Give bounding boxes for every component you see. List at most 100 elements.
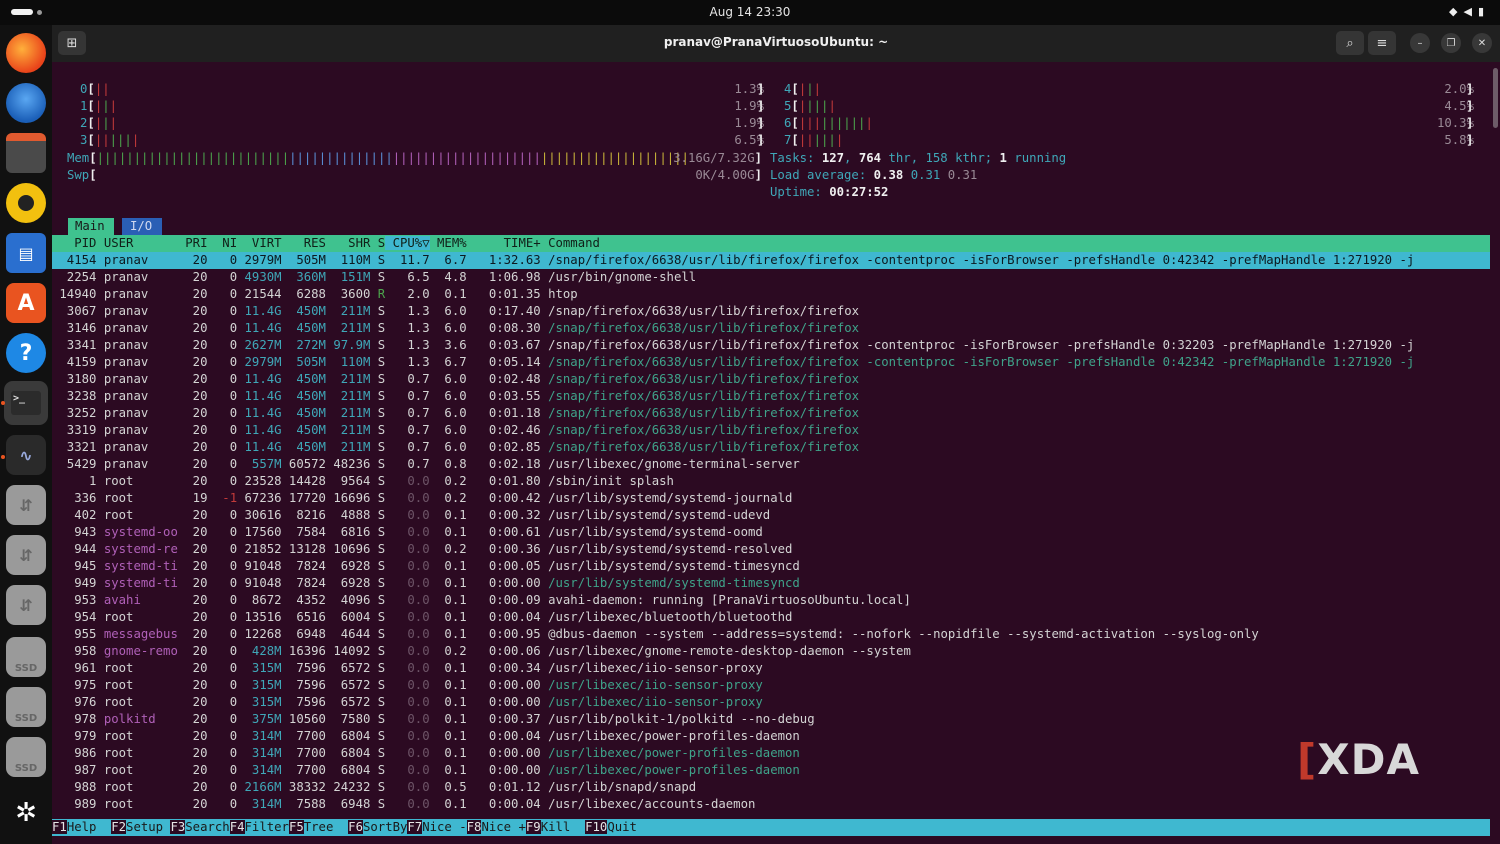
process-row[interactable]: 3252 pranav 20 0 11.4G 450M 211M S 0.7 6… <box>52 405 859 422</box>
process-row[interactable]: 945 systemd-ti 20 0 91048 7824 6928 S 0.… <box>52 558 800 575</box>
scrollbar[interactable] <box>1493 68 1498 128</box>
fkey-f4[interactable]: F4 <box>229 820 245 834</box>
process-row[interactable]: 14940 pranav 20 0 21544 6288 3600 R 2.0 … <box>52 286 577 303</box>
fkey-label[interactable]: Filter <box>245 820 289 834</box>
process-row[interactable]: 3180 pranav 20 0 11.4G 450M 211M S 0.7 6… <box>52 371 859 388</box>
fkey-label[interactable]: Nice + <box>481 820 525 834</box>
system-monitor-icon[interactable]: ∿ <box>6 435 46 475</box>
files-icon[interactable] <box>6 133 46 173</box>
minimize-button[interactable]: – <box>1410 33 1430 53</box>
fkey-label[interactable]: SortBy <box>363 820 407 834</box>
process-row[interactable]: 953 avahi 20 0 8672 4352 4096 S 0.0 0.1 … <box>52 592 911 609</box>
usb-drive-icon[interactable]: ⇵ <box>6 585 46 625</box>
process-row[interactable]: 3067 pranav 20 0 11.4G 450M 211M S 1.3 6… <box>52 303 859 320</box>
fkey-label[interactable]: Tree <box>304 820 348 834</box>
search-button[interactable]: ⌕ <box>1336 31 1364 55</box>
fkey-f8[interactable]: F8 <box>466 820 482 834</box>
column-time[interactable]: TIME+ <box>467 236 541 250</box>
column-s[interactable]: S <box>370 236 385 250</box>
fkey-f9[interactable]: F9 <box>525 820 541 834</box>
process-row[interactable]: 976 root 20 0 315M 7596 6572 S 0.0 0.1 0… <box>52 694 763 711</box>
column-header[interactable]: PID USER PRI NI VIRT RES SHR S CPU%▽ MEM… <box>52 235 600 252</box>
column-pid[interactable]: PID <box>52 236 96 250</box>
process-row[interactable]: 949 systemd-ti 20 0 91048 7824 6928 S 0.… <box>52 575 800 592</box>
usb-drive-icon[interactable]: ⇵ <box>6 535 46 575</box>
process-row[interactable]: 3238 pranav 20 0 11.4G 450M 211M S 0.7 6… <box>52 388 859 405</box>
cell-time: 0:00.95 <box>466 627 541 641</box>
process-row[interactable]: 944 systemd-re 20 0 21852 13128 10696 S … <box>52 541 792 558</box>
uptime-label: Uptime: <box>770 185 830 199</box>
cell-cpu: 0.0 <box>385 678 430 692</box>
process-row[interactable]: 989 root 20 0 314M 7588 6948 S 0.0 0.1 0… <box>52 796 755 813</box>
process-row[interactable]: 958 gnome-remo 20 0 428M 16396 14092 S 0… <box>52 643 911 660</box>
process-row[interactable]: 979 root 20 0 314M 7700 6804 S 0.0 0.1 0… <box>52 728 800 745</box>
cell-pri: 20 <box>177 729 208 743</box>
fkey-f1[interactable]: F1 <box>52 820 67 834</box>
fkey-f5[interactable]: F5 <box>288 820 304 834</box>
process-row[interactable]: 988 root 20 0 2166M 38332 24232 S 0.0 0.… <box>52 779 696 796</box>
libreoffice-writer-icon[interactable]: ▤ <box>6 233 46 273</box>
fkey-label[interactable]: Nice - <box>422 820 466 834</box>
fkey-f7[interactable]: F7 <box>407 820 423 834</box>
process-row[interactable]: 961 root 20 0 315M 7596 6572 S 0.0 0.1 0… <box>52 660 763 677</box>
maximize-button[interactable]: ❐ <box>1441 33 1461 53</box>
process-row[interactable]: 5429 pranav 20 0 557M 60572 48236 S 0.7 … <box>52 456 800 473</box>
fkey-f3[interactable]: F3 <box>170 820 186 834</box>
process-row[interactable]: 3341 pranav 20 0 2627M 272M 97.9M S 1.3 … <box>52 337 1415 354</box>
usb-drive-icon[interactable]: ⇵ <box>6 485 46 525</box>
process-row[interactable]: 2254 pranav 20 0 4930M 360M 151M S 6.5 4… <box>52 269 696 286</box>
column-user[interactable]: USER <box>96 236 177 250</box>
process-row[interactable]: 3146 pranav 20 0 11.4G 450M 211M S 1.3 6… <box>52 320 859 337</box>
process-row[interactable]: 987 root 20 0 314M 7700 6804 S 0.0 0.1 0… <box>52 762 800 779</box>
process-row[interactable]: 955 messagebus 20 0 12268 6948 4644 S 0.… <box>52 626 1259 643</box>
cell-user: systemd-ti <box>96 559 178 573</box>
column-mem[interactable]: MEM% <box>430 236 467 250</box>
ubuntu-logo-icon[interactable]: ✲ <box>6 793 46 833</box>
window-title: pranav@PranaVirtuosoUbuntu: ~ <box>663 35 889 49</box>
terminal-icon[interactable]: >_ <box>4 381 48 425</box>
process-row[interactable]: 3321 pranav 20 0 11.4G 450M 211M S 0.7 6… <box>52 439 859 456</box>
column-virt[interactable]: VIRT <box>237 236 282 250</box>
process-row[interactable]: 978 polkitd 20 0 375M 10560 7580 S 0.0 0… <box>52 711 814 728</box>
system-tray[interactable]: ◆◀▮ <box>1449 5 1490 18</box>
firefox-icon[interactable] <box>6 33 46 73</box>
fkey-f2[interactable]: F2 <box>111 820 127 834</box>
ssd-drive-icon[interactable]: SSD <box>6 687 46 727</box>
column-pri[interactable]: PRI <box>178 236 207 250</box>
menu-button[interactable]: ≡ <box>1368 31 1396 55</box>
help-icon[interactable]: ? <box>6 333 46 373</box>
fkey-label[interactable]: Kill <box>541 820 585 834</box>
column-ni[interactable]: NI <box>207 236 237 250</box>
process-row[interactable]: 954 root 20 0 13516 6516 6004 S 0.0 0.1 … <box>52 609 792 626</box>
fkey-label[interactable]: Help <box>67 820 111 834</box>
process-row[interactable]: 4154 pranav 20 0 2979M 505M 110M S 11.7 … <box>52 252 1415 269</box>
fkey-label[interactable]: Setup <box>126 820 170 834</box>
process-row[interactable]: 975 root 20 0 315M 7596 6572 S 0.0 0.1 0… <box>52 677 763 694</box>
app-center-icon[interactable]: A <box>6 283 46 323</box>
close-button[interactable]: ✕ <box>1472 33 1492 53</box>
fkey-label[interactable]: Search <box>185 820 229 834</box>
column-cpu[interactable]: CPU%▽ <box>385 236 430 250</box>
rhythmbox-icon[interactable] <box>6 183 46 223</box>
process-row[interactable]: 4159 pranav 20 0 2979M 505M 110M S 1.3 6… <box>52 354 1415 371</box>
cell-cpu: 0.0 <box>385 797 430 811</box>
fkey-f10[interactable]: F10 <box>585 820 608 834</box>
fkey-label[interactable]: Quit <box>607 820 637 834</box>
column-res[interactable]: RES <box>282 236 326 250</box>
process-row[interactable]: 986 root 20 0 314M 7700 6804 S 0.0 0.1 0… <box>52 745 800 762</box>
cell-virt: 2979M <box>237 253 282 267</box>
process-row[interactable]: 3319 pranav 20 0 11.4G 450M 211M S 0.7 6… <box>52 422 859 439</box>
process-row[interactable]: 943 systemd-oo 20 0 17560 7584 6816 S 0.… <box>52 524 763 541</box>
column-command[interactable]: Command <box>541 236 600 250</box>
process-row[interactable]: 1 root 20 0 23528 14428 9564 S 0.0 0.2 0… <box>52 473 674 490</box>
thunderbird-icon[interactable] <box>6 83 46 123</box>
process-row[interactable]: 402 root 20 0 30616 8216 4888 S 0.0 0.1 … <box>52 507 770 524</box>
column-shr[interactable]: SHR <box>326 236 370 250</box>
terminal-body[interactable]: 0[|| 1.3%] 1[||| 1.9%] 2[||| 1.9%] 3[|||||| 6.5… <box>52 62 1500 844</box>
ssd-drive-icon[interactable]: SSD <box>6 637 46 677</box>
ssd-drive-icon[interactable]: SSD <box>6 737 46 777</box>
fkey-f6[interactable]: F6 <box>348 820 363 834</box>
process-row[interactable]: 336 root 19 -1 67236 17720 16696 S 0.0 0… <box>52 490 792 507</box>
clock[interactable]: Aug 14 23:30 <box>0 5 1500 19</box>
cell-shr: 110M <box>325 355 371 369</box>
